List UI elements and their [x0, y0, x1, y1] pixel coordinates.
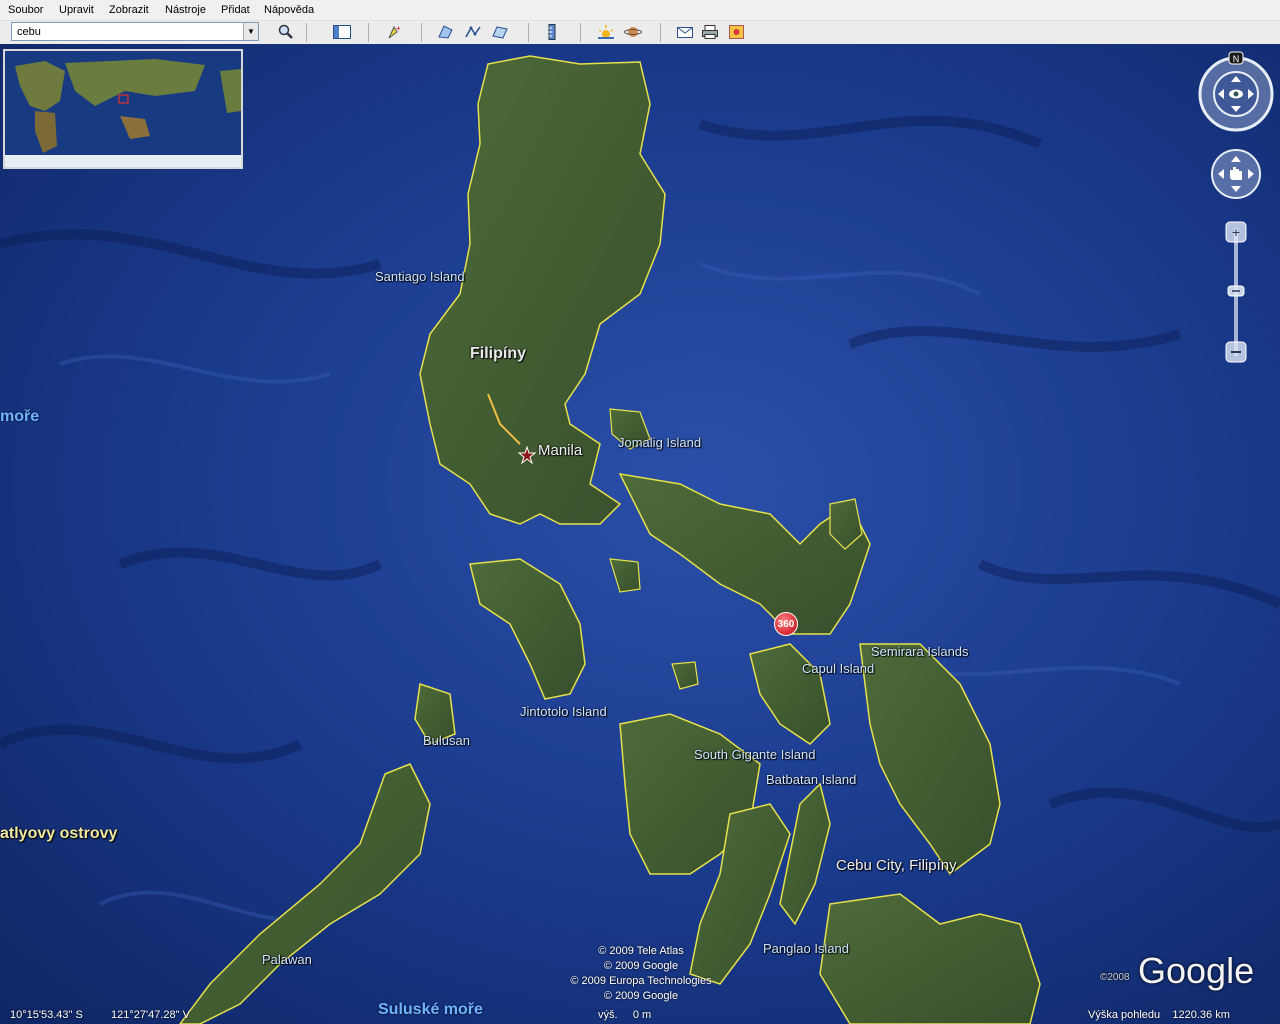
sidebar-toggle-icon[interactable]	[332, 23, 352, 41]
toolbar-separator	[528, 23, 529, 42]
label-filipiny: Filipíny	[470, 345, 526, 362]
status-elevation: výš. 0 m	[598, 1009, 652, 1021]
zoom-slider[interactable]: +	[1223, 220, 1249, 366]
street-view-360-pin[interactable]: 360	[774, 612, 798, 636]
label-capul-island: Capul Island	[802, 661, 875, 676]
label-jomalig-island: Jomalig Island	[618, 435, 702, 450]
menu-napoveda[interactable]: Nápověda	[264, 4, 314, 16]
ruler-icon[interactable]	[542, 23, 562, 41]
label-sea-left: moře	[0, 408, 40, 425]
imagery-credits: © 2009 Tele Atlas © 2009 Google © 2009 E…	[556, 944, 726, 1004]
status-longitude: 121°27'47.28" V	[111, 1009, 190, 1021]
label-panglao-island: Panglao Island	[763, 941, 850, 956]
label-south-gigante-island: South Gigante Island	[694, 747, 816, 762]
status-latitude: 10°15'53.43" S	[10, 1009, 83, 1021]
maps-icon[interactable]	[727, 23, 747, 41]
label-santiago-island: Santiago Island	[375, 269, 465, 284]
label-jintotolo-island: Jintotolo Island	[520, 704, 607, 719]
menu-upravit[interactable]: Upravit	[59, 4, 94, 16]
menu-pridat[interactable]: Přidat	[221, 4, 250, 16]
overview-map[interactable]	[3, 49, 243, 169]
world-map-thumbnail	[5, 51, 241, 167]
label-cebu-city: Cebu City, Filipíny	[836, 857, 957, 874]
menu-bar: Soubor Upravit Zobrazit Nástroje Přidat …	[0, 0, 1280, 21]
print-icon[interactable]	[700, 23, 720, 41]
path-icon[interactable]	[463, 23, 483, 41]
toolbar-separator	[580, 23, 581, 42]
status-view-altitude: Výška pohledu 1220.36 km	[1088, 1009, 1230, 1021]
menu-soubor[interactable]: Soubor	[8, 4, 43, 16]
toolbar-separator	[421, 23, 422, 42]
planets-icon[interactable]	[623, 23, 643, 41]
menu-zobrazit[interactable]: Zobrazit	[109, 4, 149, 16]
image-overlay-icon[interactable]	[490, 23, 510, 41]
chevron-down-icon[interactable]: ▼	[243, 23, 258, 40]
sun-icon[interactable]	[596, 23, 616, 41]
search-combobox[interactable]: ▼	[11, 22, 259, 41]
toolbar: ▼ +	[0, 21, 1280, 45]
svg-text:+: +	[396, 24, 401, 33]
label-batbatan-island: Batbatan Island	[766, 772, 857, 787]
credit-line: © 2009 Google	[603, 990, 679, 1002]
label-semirara-islands: Semirara Islands	[871, 644, 969, 659]
search-icon[interactable]	[276, 23, 296, 41]
polygon-icon[interactable]	[436, 23, 456, 41]
label-palawan: Palawan	[262, 952, 312, 967]
earth-imagery[interactable]	[0, 44, 1280, 1024]
logo-copyright: ©2008	[1100, 972, 1130, 983]
credit-line: © 2009 Google	[603, 960, 679, 972]
north-indicator: N	[1233, 54, 1240, 64]
label-manila: Manila	[538, 442, 583, 459]
navigation-look-control[interactable]: N	[1196, 50, 1276, 134]
credit-line: © 2009 Tele Atlas	[598, 945, 684, 957]
menu-nastroje[interactable]: Nástroje	[165, 4, 206, 16]
google-logo: Google	[1138, 950, 1255, 991]
toolbar-separator	[368, 23, 369, 42]
toolbar-separator	[660, 23, 661, 42]
label-bulusan: Bulusan	[423, 733, 470, 748]
map-view[interactable]: Santiago Island Filipíny Manila Jomalig …	[0, 44, 1280, 1024]
label-sulu-sea: Suluské moře	[378, 1001, 483, 1018]
toolbar-separator	[306, 23, 307, 42]
navigation-move-control[interactable]	[1210, 148, 1262, 200]
search-input[interactable]	[12, 23, 249, 40]
capital-star-icon[interactable]	[518, 446, 536, 464]
label-spratly-islands: atlyovy ostrovy	[0, 825, 118, 842]
email-icon[interactable]	[675, 23, 695, 41]
svg-text:+: +	[1232, 224, 1240, 240]
credit-line: © 2009 Europa Technologies	[570, 975, 712, 987]
placemark-icon[interactable]: +	[384, 23, 404, 41]
